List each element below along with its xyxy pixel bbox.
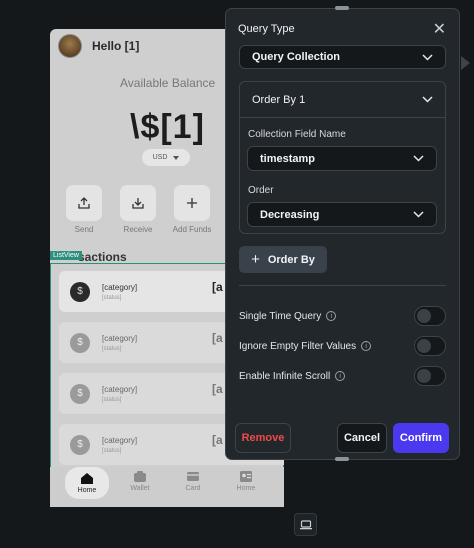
add-order-by-button[interactable]: + Order By [239,246,327,273]
order-by-title: Order By 1 [252,93,306,106]
single-time-query-label: Single Time Query [239,310,322,322]
cancel-button[interactable]: Cancel [337,423,387,453]
transaction-category: [category] [102,435,138,445]
order-dropdown[interactable]: Decreasing [247,202,437,227]
transaction-category: [category] [102,333,138,343]
dollar-icon: $ [70,383,90,404]
transaction-amount: [a [212,433,223,447]
info-icon[interactable]: i [361,341,372,351]
infinite-scroll-label: Enable Infinite Scroll [239,370,331,382]
chevron-down-icon [413,155,424,162]
ignore-empty-filter-toggle[interactable] [414,336,446,356]
add-funds-button[interactable] [174,185,210,221]
order-by-group: Order By 1 Collection Field Name timesta… [239,81,446,234]
card-icon [187,472,199,481]
field-name-label: Collection Field Name [248,129,346,140]
profile-card-icon [240,471,252,482]
listview-tag: ListView [50,251,82,260]
order-value: Decreasing [260,208,320,221]
infinite-scroll-toggle[interactable] [414,366,446,386]
device-preview-button[interactable] [294,513,317,536]
info-icon[interactable]: i [335,371,346,381]
bottom-nav-bar: Home Wallet Card Home [50,467,284,507]
panel-title: Query Type [238,23,295,35]
field-name-value: timestamp [260,152,316,165]
avatar [58,34,82,58]
chevron-down-icon [173,155,180,160]
query-type-dropdown[interactable]: Query Collection [239,45,446,69]
confirm-button[interactable]: Confirm [393,423,449,453]
receive-label: Receive [123,225,153,234]
wallet-icon [134,471,146,482]
chevron-down-icon [413,211,424,218]
order-by-header[interactable]: Order By 1 [240,82,445,118]
single-time-query-row: Single Time Query i [239,306,446,326]
dollar-icon: $ [70,434,90,455]
divider [239,285,446,286]
field-name-dropdown[interactable]: timestamp [247,146,437,171]
close-icon[interactable]: ✕ [433,19,446,39]
quick-actions: Send Receive Add Funds [66,185,212,234]
query-type-value: Query Collection [252,51,341,63]
currency-dropdown[interactable]: USD [142,149,190,166]
laptop-icon [299,519,312,529]
nav-label: Home [77,486,97,494]
send-button[interactable] [66,185,102,221]
transaction-amount: [a [212,331,223,345]
panel-resize-handle-top[interactable] [335,6,349,10]
currency-value: USD [152,154,168,161]
transaction-status: [status] [102,345,122,352]
infinite-scroll-row: Enable Infinite Scroll i [239,366,446,386]
dollar-icon: $ [70,332,90,353]
transaction-category: [category] [102,282,138,292]
plus-icon: + [251,251,260,268]
nav-label: Home [236,485,256,492]
transaction-status: [status] [102,447,122,454]
greeting-text: Hello [1] [92,39,140,53]
upload-icon [78,197,90,209]
dollar-icon: $ [70,281,90,302]
ignore-empty-filter-row: Ignore Empty Filter Values i [239,336,446,356]
nav-item-wallet[interactable]: Wallet [118,471,162,492]
chevron-down-icon [422,96,433,103]
nav-label: Card [185,485,201,492]
panel-pointer [461,56,470,70]
plus-icon [187,198,197,208]
balance-label: Available Balance [120,76,216,90]
balance-value: \$[1] [130,108,205,146]
nav-item-home[interactable]: Home [65,467,109,499]
query-panel: Query Type ✕ Query Collection Order By 1… [225,8,460,460]
preview-header: Hello [1] [58,34,139,58]
transaction-status: [status] [102,396,122,403]
receive-button[interactable] [120,185,156,221]
transaction-status: [status] [102,294,122,301]
panel-resize-handle-bottom[interactable] [335,457,349,461]
nav-item-profile[interactable]: Home [224,471,268,492]
single-time-query-toggle[interactable] [414,306,446,326]
add-funds-label: Add Funds [172,225,212,234]
transaction-amount: [a [212,280,223,294]
download-icon [132,198,144,209]
remove-button[interactable]: Remove [235,423,291,453]
ignore-empty-filter-label: Ignore Empty Filter Values [239,340,357,352]
transactions-title: sactions [78,250,127,264]
add-order-by-label: Order By [267,253,315,266]
receive-action[interactable]: Receive [120,185,156,234]
send-action[interactable]: Send [66,185,102,234]
add-funds-action[interactable]: Add Funds [172,185,212,234]
home-icon [81,472,93,484]
info-icon[interactable]: i [326,311,337,321]
nav-label: Wallet [130,485,150,492]
order-label: Order [248,185,274,196]
transaction-category: [category] [102,384,138,394]
chevron-down-icon [422,53,433,61]
nav-item-card[interactable]: Card [171,471,215,492]
transaction-amount: [a [212,382,223,396]
send-label: Send [74,225,94,234]
